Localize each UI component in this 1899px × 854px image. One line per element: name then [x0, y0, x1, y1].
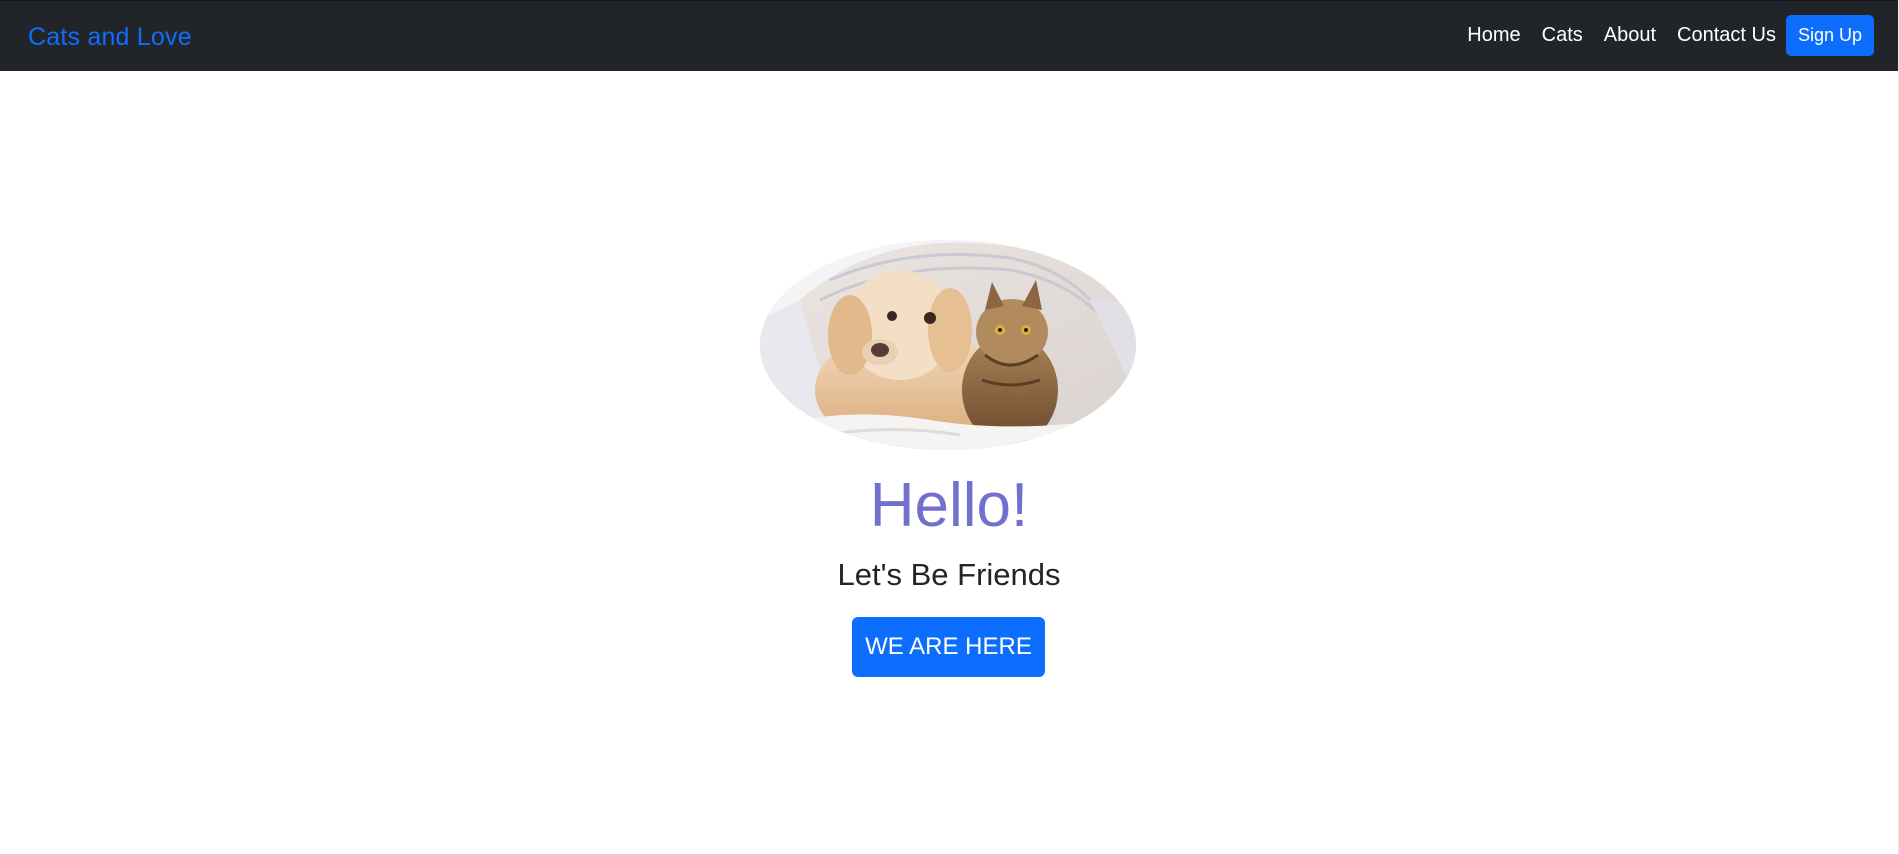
we-are-here-button[interactable]: WE ARE HERE [852, 617, 1045, 677]
navbar-brand[interactable]: Cats and Love [28, 21, 192, 53]
nav-link-contact-us[interactable]: Contact Us [1677, 22, 1776, 48]
nav-link-home[interactable]: Home [1467, 22, 1520, 48]
navbar: Cats and Love Home Cats About Contact Us… [0, 0, 1898, 71]
nav-link-cats[interactable]: Cats [1542, 22, 1583, 48]
page: Cats and Love Home Cats About Contact Us… [0, 0, 1899, 854]
hero-subtitle: Let's Be Friends [837, 557, 1061, 592]
nav-link-about[interactable]: About [1604, 22, 1656, 48]
sign-up-button[interactable]: Sign Up [1785, 14, 1874, 56]
dog-and-cat-illustration [760, 240, 1136, 450]
dog-and-cat-photo [760, 240, 1136, 450]
hero-title: Hello! [869, 471, 1029, 540]
nav-links: Home Cats About Contact Us Sign Up [1467, 14, 1874, 56]
